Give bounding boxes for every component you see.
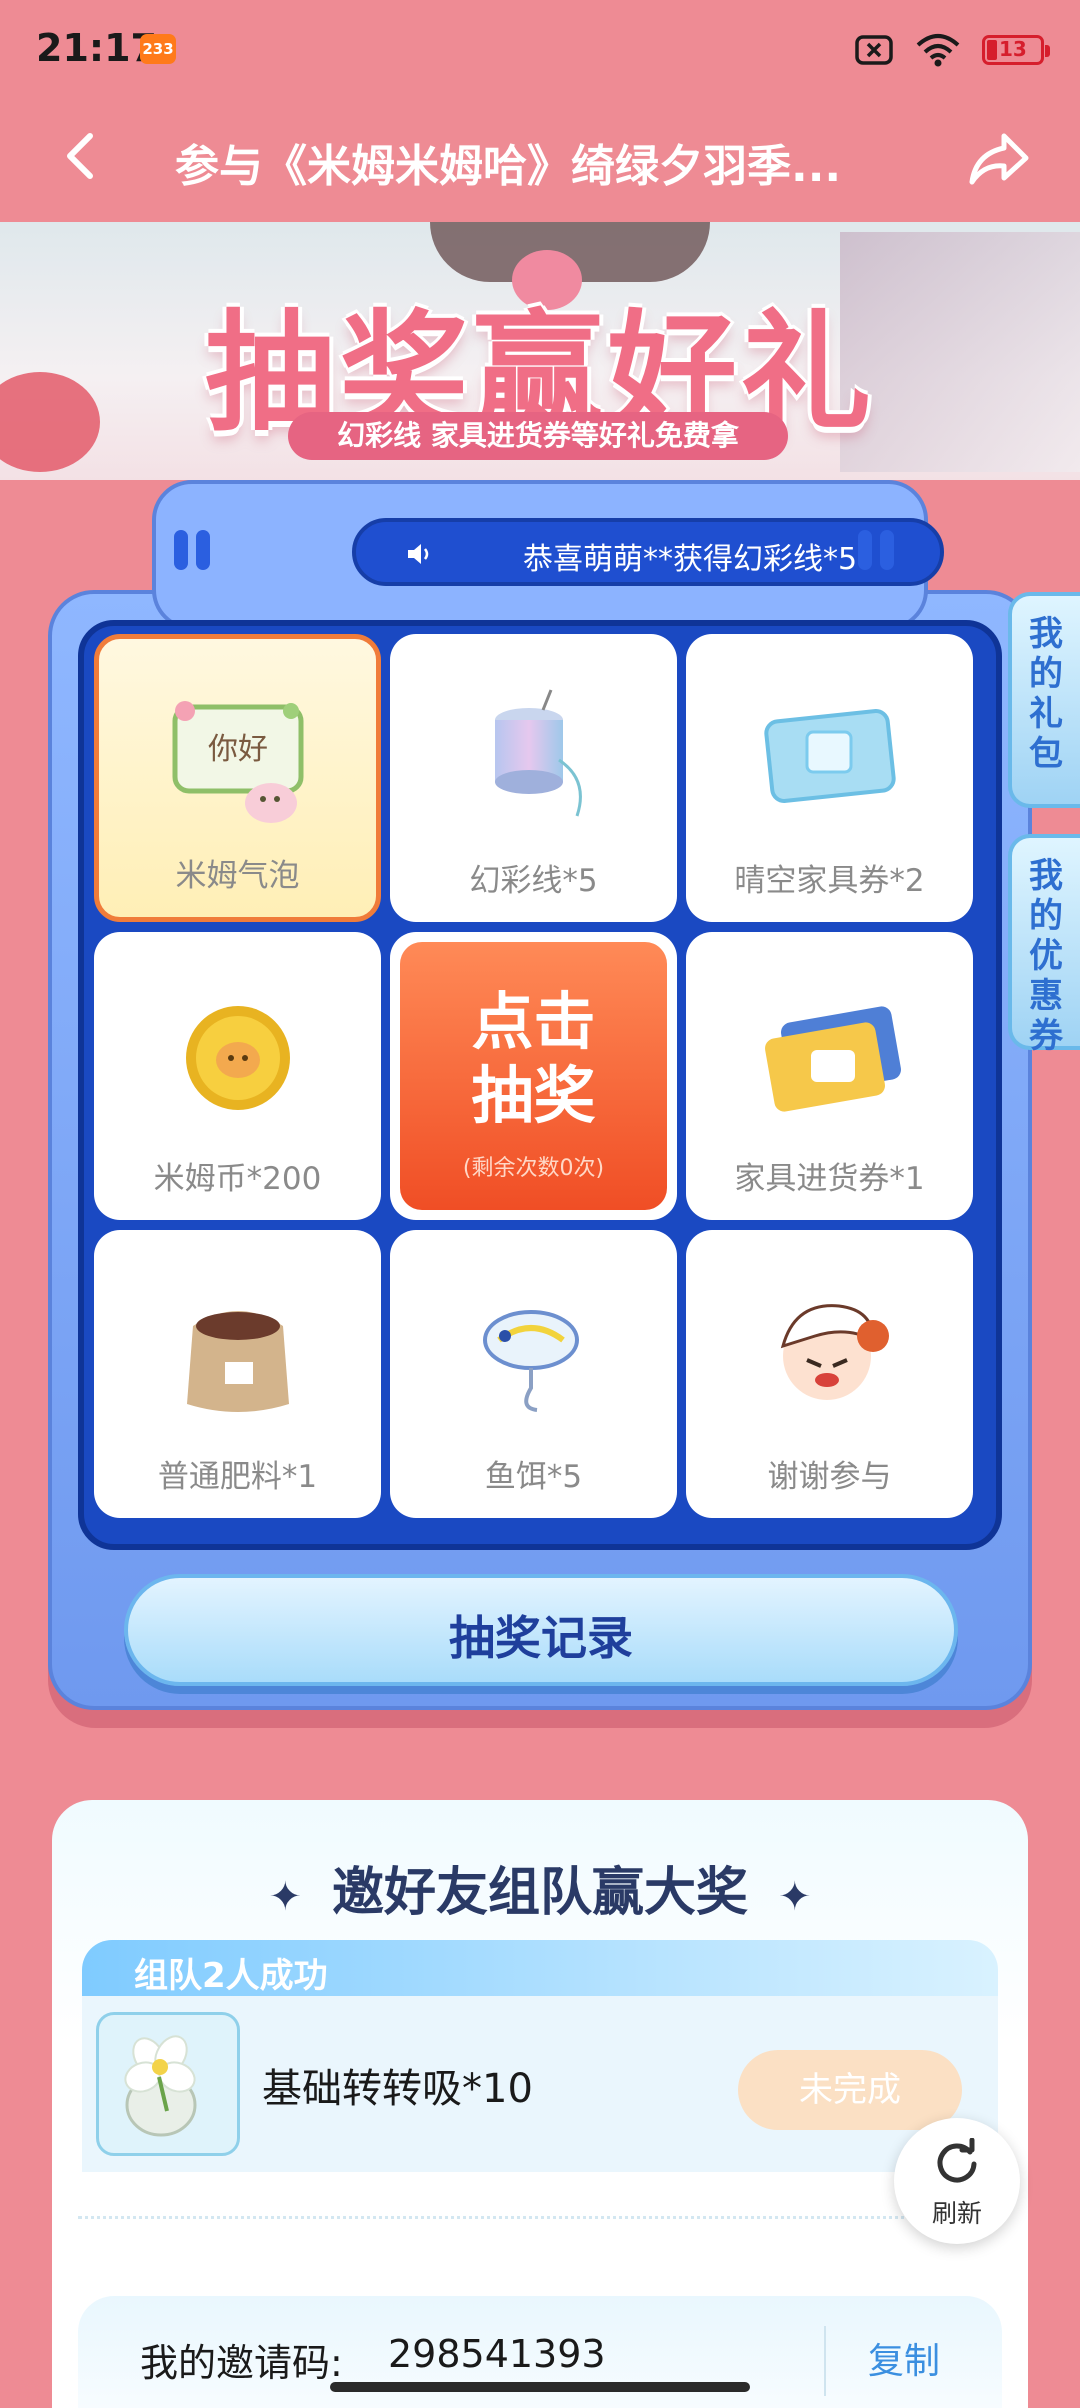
left-pause-icon: [174, 530, 222, 570]
system-icons: 13: [854, 30, 1050, 70]
my-coupon-tab[interactable]: 我的优惠券: [1008, 834, 1080, 1056]
draw-record-button[interactable]: 抽奖记录: [124, 1574, 958, 1686]
prize-cell: 米姆币*200: [94, 932, 381, 1220]
task-name: 基础转转吸*10: [262, 2066, 533, 2112]
refresh-label: 刷新: [931, 2199, 982, 2228]
home-indicator[interactable]: [330, 2382, 750, 2392]
right-pause-icon: [858, 530, 906, 570]
fish-lure-icon: [482, 1310, 579, 1412]
copy-button[interactable]: 复制: [868, 2332, 940, 2384]
sparkle-icon: ✦: [268, 1874, 302, 1920]
refresh-button[interactable]: 刷新: [894, 2118, 1020, 2244]
prize-label: 晴空家具券*2: [734, 863, 925, 899]
winner-ticker: 恭喜萌萌**获得幻彩线*5: [352, 518, 944, 586]
refresh-icon: [937, 2138, 977, 2183]
flower-cup-icon: [96, 2012, 240, 2156]
event-banner: 抽奖赢好礼 幻彩线 家具进货券等好礼免费拿: [0, 222, 1080, 480]
prize-label: 谢谢参与: [767, 1459, 892, 1495]
lottery-top-frame: 恭喜萌萌**获得幻彩线*5: [152, 480, 944, 630]
invite-separator: [824, 2326, 826, 2396]
prize-label: 米姆气泡: [175, 858, 300, 894]
prize-cell: 谢谢参与: [686, 1230, 973, 1518]
furniture-ticket-icon: [764, 1006, 901, 1112]
draw-button-line1: 点击: [471, 985, 596, 1058]
reward-task-row: 基础转转吸*10 未完成: [82, 1996, 998, 2172]
battery-icon: 13: [982, 35, 1050, 65]
team-title: 邀好友组队赢大奖: [331, 1863, 748, 1923]
prize-cell: 普通肥料*1: [94, 1230, 381, 1518]
cartoon-face-icon: [780, 1304, 889, 1400]
prize-label: 鱼饵*5: [484, 1459, 583, 1495]
fertilizer-bag-icon: [186, 1311, 289, 1412]
draw-button[interactable]: 点击 抽奖 (剩余次数0次): [390, 932, 677, 1220]
task-status-button[interactable]: 未完成: [738, 2050, 962, 2130]
prize-grid: 你好 米姆气泡 幻彩线*5 晴空家具券*2 米姆币*200 点击 抽奖 (剩余次…: [78, 620, 1002, 1550]
remaining-count: (剩余次数0次): [462, 1156, 605, 1181]
team-header-label: 组队2人成功: [134, 1956, 328, 1996]
prize-cell: 幻彩线*5: [390, 634, 677, 922]
speaker-icon: [408, 544, 429, 564]
my-gift-label: 我的礼包: [1029, 614, 1063, 774]
wifi-icon: [916, 34, 960, 67]
mim-bubble-icon: 你好: [172, 701, 303, 823]
section-divider: [78, 2216, 978, 2219]
battery-level: 13: [999, 37, 1027, 61]
nav-bar: 参与《米姆米姆哈》绮绿夕羽季...: [0, 100, 1080, 220]
team-header: 组队2人成功: [82, 1940, 998, 1998]
prize-cell: 鱼饵*5: [390, 1230, 677, 1518]
prize-cell: 你好 米姆气泡: [94, 634, 381, 922]
prize-label: 米姆币*200: [153, 1161, 322, 1197]
prize-cell: 家具进货券*1: [686, 932, 973, 1220]
yarn-spool-icon: [494, 689, 582, 817]
lottery-panel: 恭喜萌萌**获得幻彩线*5 你好 米姆气泡 幻彩线*5 晴空家具券*2 米姆币*…: [48, 480, 1032, 1740]
share-icon[interactable]: [960, 120, 1040, 200]
app-notification-icon: 233: [140, 34, 176, 64]
prize-cell: 晴空家具券*2: [686, 634, 973, 922]
status-time: 21:17: [36, 26, 157, 70]
draw-record-label: 抽奖记录: [449, 1611, 633, 1665]
gold-coin-icon: [185, 1006, 290, 1110]
bubble-text: 你好: [208, 732, 268, 767]
sim-off-icon: [855, 35, 893, 65]
invite-code-label: 我的邀请码:: [140, 2341, 343, 2385]
team-title-row: ✦ 邀好友组队赢大奖 ✦: [52, 1850, 1028, 1925]
status-bar: 21:17 233 13: [0, 0, 1080, 100]
sparkle-icon: ✦: [778, 1874, 812, 1920]
back-icon[interactable]: [52, 126, 112, 186]
prize-label: 家具进货券*1: [734, 1161, 925, 1197]
ice-ticket-icon: [763, 709, 896, 803]
invite-code-value: 298541393: [388, 2332, 606, 2376]
page-title: 参与《米姆米姆哈》绮绿夕羽季...: [175, 141, 842, 192]
prize-label: 幻彩线*5: [469, 863, 598, 899]
prize-label: 普通肥料*1: [157, 1459, 318, 1495]
banner-subtitle: 幻彩线 家具进货券等好礼免费拿: [288, 412, 788, 460]
my-coupon-label: 我的优惠券: [1029, 856, 1063, 1056]
my-gift-tab[interactable]: 我的礼包: [1008, 592, 1080, 808]
draw-button-line2: 抽奖: [471, 1059, 596, 1132]
